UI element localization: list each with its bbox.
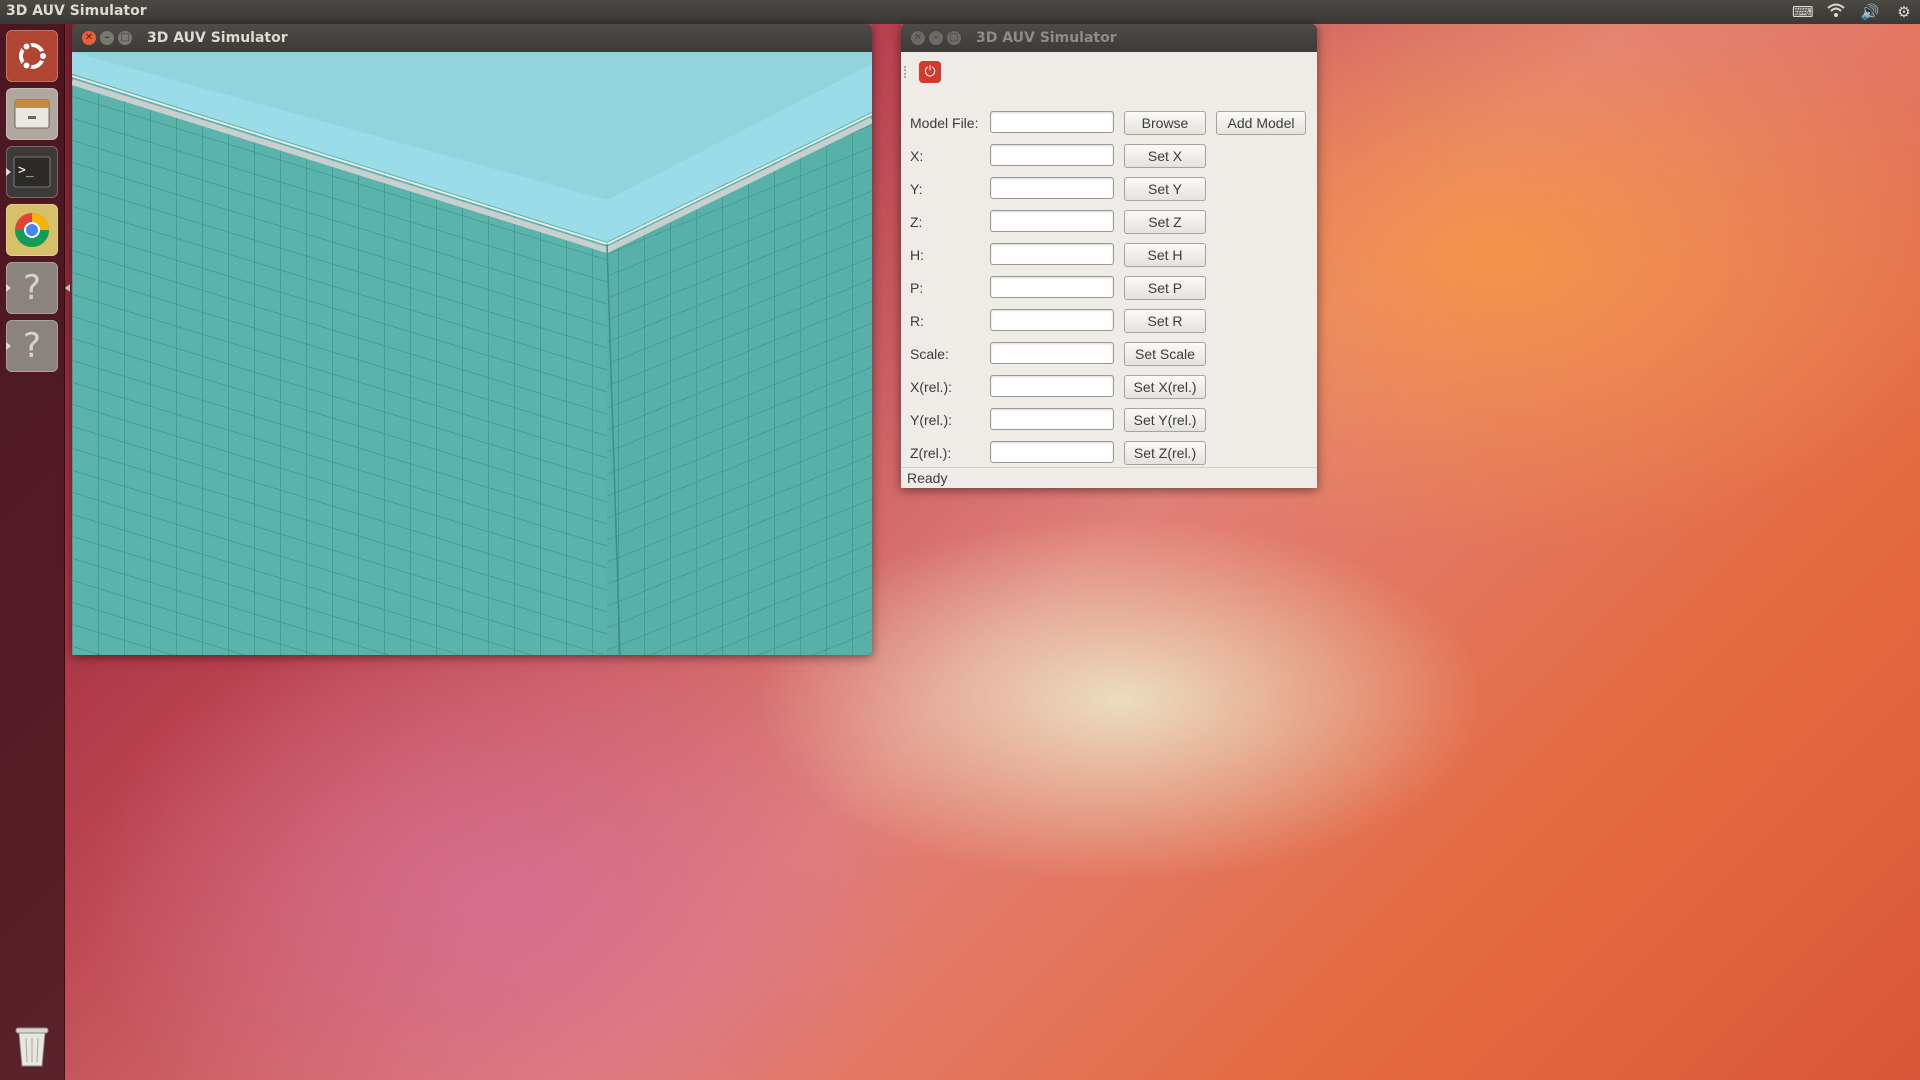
x-rel-row: X(rel.): Set X(rel.) [910,375,1310,401]
launcher: >_ ? ? [0,24,70,1080]
set-h-button[interactable]: Set H [1124,243,1206,267]
control-window: ✕ – □ 3D AUV Simulator ⏻ Model File: Bro… [901,24,1317,488]
set-x-rel-button[interactable]: Set X(rel.) [1124,375,1206,399]
dash-home-button[interactable] [6,30,58,82]
running-indicator [6,342,11,350]
x-rel-label: X(rel.): [910,379,952,395]
model-file-label: Model File: [910,115,979,131]
running-indicator [6,284,11,292]
control-titlebar[interactable]: ✕ – □ 3D AUV Simulator [901,24,1317,52]
viewer-window: ✕ – □ 3D AUV Simulator [72,24,872,655]
z-rel-row: Z(rel.): Set Z(rel.) [910,441,1310,467]
settings-gear-icon[interactable]: ⚙ [1894,2,1914,22]
p-label: P: [910,280,924,296]
p-input[interactable] [990,276,1114,298]
maximize-icon[interactable]: □ [118,31,132,45]
status-bar: Ready [901,467,1317,488]
h-label: H: [910,247,924,263]
toolbar-grip-icon[interactable] [904,66,909,78]
set-r-button[interactable]: Set R [1124,309,1206,333]
z-rel-input[interactable] [990,441,1114,463]
h-input[interactable] [990,243,1114,265]
set-z-button[interactable]: Set Z [1124,210,1206,234]
minimize-icon[interactable]: – [929,31,943,45]
r-input[interactable] [990,309,1114,331]
minimize-icon[interactable]: – [100,31,114,45]
model-file-input[interactable] [990,111,1114,133]
r-row: R: Set R [910,309,1310,335]
active-app-title: 3D AUV Simulator [6,3,147,19]
question-mark-icon: ? [22,326,42,366]
chrome-icon [15,213,49,247]
h-row: H: Set H [910,243,1310,269]
wifi-icon[interactable] [1826,2,1846,22]
3d-viewport[interactable] [72,52,872,655]
y-rel-label: Y(rel.): [910,412,952,428]
model-file-row: Model File: Browse Add Model [910,111,1310,137]
top-panel: 3D AUV Simulator ⌨ 🔊 ⚙ [0,0,1920,24]
maximize-icon[interactable]: □ [947,31,961,45]
x-label: X: [910,148,924,164]
running-indicator [6,168,11,176]
volume-icon[interactable]: 🔊 [1860,2,1880,22]
z-rel-label: Z(rel.): [910,445,952,461]
trash-icon [15,1027,49,1067]
y-rel-row: Y(rel.): Set Y(rel.) [910,408,1310,434]
p-row: P: Set P [910,276,1310,302]
y-input[interactable] [990,177,1114,199]
x-row: X: Set X [910,144,1310,170]
pool-scene [72,52,872,655]
y-rel-input[interactable] [990,408,1114,430]
focused-indicator [65,284,70,292]
y-label: Y: [910,181,923,197]
terminal-button[interactable]: >_ [6,146,58,198]
power-button[interactable]: ⏻ [919,61,941,83]
add-model-button[interactable]: Add Model [1216,111,1306,135]
scale-row: Scale: Set Scale [910,342,1310,368]
system-tray: ⌨ 🔊 ⚙ [1792,2,1914,22]
y-row: Y: Set Y [910,177,1310,203]
scale-label: Scale: [910,346,949,362]
terminal-icon: >_ [13,156,51,188]
set-x-button[interactable]: Set X [1124,144,1206,168]
trash-button[interactable] [6,1020,58,1072]
close-icon[interactable]: ✕ [82,31,96,45]
set-p-button[interactable]: Set P [1124,276,1206,300]
x-rel-input[interactable] [990,375,1114,397]
keyboard-icon[interactable]: ⌨ [1792,2,1814,22]
unknown-app-1-button[interactable]: ? [6,262,70,314]
scale-input[interactable] [990,342,1114,364]
question-mark-icon: ? [22,268,42,308]
viewer-titlebar[interactable]: ✕ – □ 3D AUV Simulator [72,24,872,52]
unknown-app-2-button[interactable]: ? [6,320,58,372]
set-scale-button[interactable]: Set Scale [1124,342,1206,366]
svg-text:>_: >_ [18,163,34,178]
r-label: R: [910,313,924,329]
viewer-title: 3D AUV Simulator [147,30,288,46]
z-label: Z: [910,214,923,230]
z-row: Z: Set Z [910,210,1310,236]
ubuntu-logo-icon [19,41,48,71]
browse-button[interactable]: Browse [1124,111,1206,135]
z-input[interactable] [990,210,1114,232]
control-title: 3D AUV Simulator [976,30,1117,46]
set-y-button[interactable]: Set Y [1124,177,1206,201]
power-icon: ⏻ [924,64,936,80]
chrome-button[interactable] [6,204,58,256]
file-cabinet-icon [14,99,50,129]
set-y-rel-button[interactable]: Set Y(rel.) [1124,408,1206,432]
files-button[interactable] [6,88,58,140]
x-input[interactable] [990,144,1114,166]
set-z-rel-button[interactable]: Set Z(rel.) [1124,441,1206,465]
close-icon[interactable]: ✕ [911,31,925,45]
control-panel: ⏻ Model File: Browse Add Model X: Set X … [901,52,1317,488]
